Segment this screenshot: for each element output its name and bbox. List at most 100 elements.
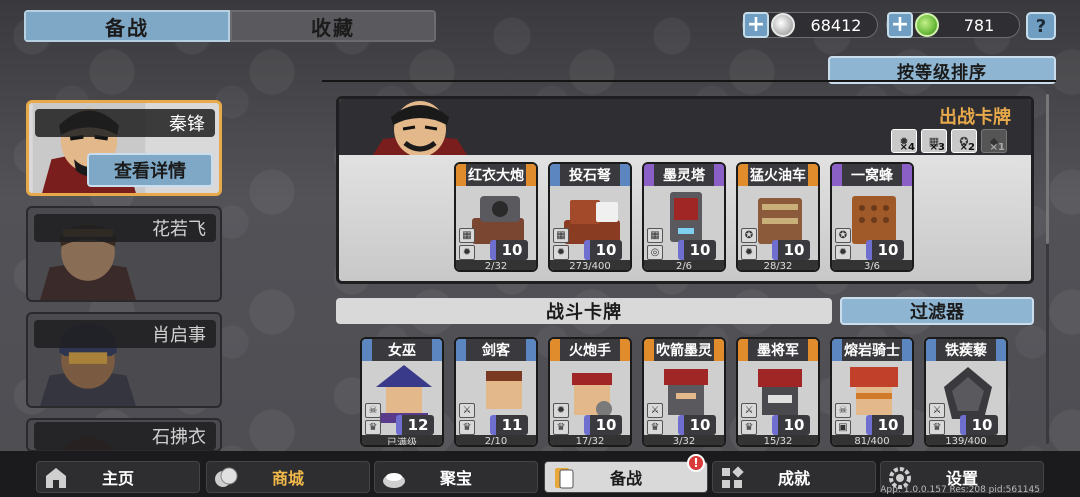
jade-coin-icon bbox=[915, 13, 939, 37]
card-icons: ☠ ♛ bbox=[365, 403, 381, 435]
deck-header: 出战卡牌 ✹ ×4 ▦ ×3 ✪ ×2 ◆ ×1 bbox=[339, 99, 1031, 155]
card-level: 12 bbox=[396, 415, 434, 435]
card-progress: 15/32 bbox=[738, 435, 818, 445]
battle-card[interactable]: 火炮手 ✹ ♛ 10 17/32 bbox=[548, 337, 632, 447]
help-button[interactable]: ? bbox=[1026, 12, 1056, 40]
nav-prepare[interactable]: 备战 ! bbox=[544, 454, 708, 493]
battle-card[interactable]: 剑客 ⚔ ♛ 11 2/10 bbox=[454, 337, 538, 447]
filter-button[interactable]: 过滤器 bbox=[840, 297, 1034, 325]
add-green-button[interactable]: + bbox=[887, 12, 913, 38]
gear-icon: ✪ bbox=[741, 228, 757, 243]
nav-achievements[interactable]: 成就 bbox=[712, 461, 876, 493]
tab-collection[interactable]: 收藏 bbox=[230, 10, 436, 42]
deck-card[interactable]: 墨灵塔 ▦ ◎ 10 2/6 bbox=[642, 162, 726, 272]
card-level: 10 bbox=[866, 415, 904, 435]
hero-name: 花若飞 bbox=[34, 214, 216, 242]
card-progress: 81/400 bbox=[832, 435, 912, 445]
deck-card[interactable]: 投石弩 ▦ ✹ 10 273/400 bbox=[548, 162, 632, 272]
nav-label: 聚宝 bbox=[439, 469, 472, 488]
achievements-icon bbox=[722, 466, 744, 488]
battle-card[interactable]: 吹箭墨灵 ⚔ ♛ 10 3/32 bbox=[642, 337, 726, 447]
skull-icon: ☠ bbox=[835, 403, 851, 418]
wall-icon: ▦ bbox=[553, 228, 569, 243]
hero-name: 秦锋 bbox=[35, 109, 215, 137]
card-progress: 2/32 bbox=[456, 260, 536, 270]
multiplier-label: ×3 bbox=[929, 142, 945, 153]
nav-label: 主页 bbox=[101, 469, 134, 488]
sword-icon: ⚔ bbox=[647, 403, 663, 418]
home-icon bbox=[46, 468, 66, 488]
card-progress: 3/32 bbox=[644, 435, 724, 445]
card-icons: ⚔ ♛ bbox=[929, 403, 945, 435]
hero-name: 肖启事 bbox=[34, 320, 216, 348]
hat-icon: ♛ bbox=[647, 420, 663, 435]
silver-amount: 68412 bbox=[810, 15, 862, 35]
shield-icon: ▣ bbox=[835, 420, 851, 435]
card-icons: ✹ ♛ bbox=[553, 403, 569, 435]
tab-prepare[interactable]: 备战 bbox=[24, 10, 230, 42]
card-title: 铁蒺藜 bbox=[926, 339, 1006, 361]
skull-icon: ☠ bbox=[365, 403, 381, 418]
card-title: 女巫 bbox=[362, 339, 442, 361]
multiplier-badge: ▦ ×3 bbox=[921, 129, 947, 153]
card-title: 墨灵塔 bbox=[644, 164, 724, 186]
burst-icon: ✹ bbox=[741, 245, 757, 260]
coins-icon bbox=[215, 467, 238, 487]
green-amount: 781 bbox=[963, 15, 995, 35]
scrollbar-thumb[interactable] bbox=[1046, 94, 1049, 244]
nav-label: 备战 bbox=[609, 469, 642, 488]
gear-icon: ✪ bbox=[835, 228, 851, 243]
card-icons: ▦ ✹ bbox=[459, 228, 475, 260]
card-progress: 2/6 bbox=[644, 260, 724, 270]
silver-currency: + 68412 bbox=[742, 12, 878, 38]
green-currency: + 781 bbox=[886, 12, 1020, 38]
nav-treasure[interactable]: 聚宝 bbox=[374, 461, 538, 493]
card-progress: 273/400 bbox=[550, 260, 630, 270]
battle-card[interactable]: 女巫 ☠ ♛ 12 已满级 bbox=[360, 337, 444, 447]
card-progress: 3/6 bbox=[832, 260, 912, 270]
nav-home[interactable]: 主页 bbox=[36, 461, 200, 493]
sword-icon: ⚔ bbox=[459, 403, 475, 418]
nav-label: 成就 bbox=[777, 469, 810, 488]
hero-card-xiaoqishi[interactable]: 肖启事 bbox=[26, 312, 222, 408]
card-level: 10 bbox=[678, 415, 716, 435]
view-details-button[interactable]: 查看详情 bbox=[87, 153, 213, 187]
card-progress: 2/10 bbox=[456, 435, 536, 445]
hero-card-huaruofei[interactable]: 花若飞 bbox=[26, 206, 222, 302]
sword-icon: ⚔ bbox=[741, 403, 757, 418]
card-icons: ⚔ ♛ bbox=[459, 403, 475, 435]
deck-card[interactable]: 红衣大炮 ▦ ✹ 10 2/32 bbox=[454, 162, 538, 272]
battle-card[interactable]: 熔岩骑士 ☠ ▣ 10 81/400 bbox=[830, 337, 914, 447]
hero-card-shifuyi[interactable]: 石拂衣 bbox=[26, 418, 222, 452]
card-level: 11 bbox=[490, 415, 528, 435]
treasure-bowl-icon bbox=[383, 473, 405, 488]
card-icons: ⚔ ♛ bbox=[741, 403, 757, 435]
card-title: 吹箭墨灵 bbox=[644, 339, 724, 361]
card-title: 火炮手 bbox=[550, 339, 630, 361]
hero-card-qinfeng[interactable]: 秦锋 查看详情 bbox=[26, 100, 222, 196]
card-level: 10 bbox=[772, 240, 810, 260]
nav-shop[interactable]: 商城 bbox=[206, 461, 370, 493]
card-level: 10 bbox=[678, 240, 716, 260]
add-silver-button[interactable]: + bbox=[743, 12, 769, 38]
sword-icon: ⚔ bbox=[929, 403, 945, 418]
hat-icon: ♛ bbox=[459, 420, 475, 435]
bottom-nav: 主页 商城 聚宝 备战 ! 成就 设置 App: 1.0.0.157 Res:2… bbox=[0, 451, 1080, 497]
card-level: 10 bbox=[866, 240, 904, 260]
deck-card[interactable]: 一窝蜂 ✪ ✹ 10 3/6 bbox=[830, 162, 914, 272]
deck-card[interactable]: 猛火油车 ✪ ✹ 10 28/32 bbox=[736, 162, 820, 272]
hat-icon: ♛ bbox=[553, 420, 569, 435]
battle-cards-label: 战斗卡牌 bbox=[336, 298, 832, 324]
multiplier-badge: ◆ ×1 bbox=[981, 129, 1007, 153]
burst-icon: ✹ bbox=[553, 245, 569, 260]
multiplier-badge: ✹ ×4 bbox=[891, 129, 917, 153]
cards-icon bbox=[555, 468, 574, 489]
card-progress: 已满级 bbox=[362, 435, 442, 445]
card-progress: 139/400 bbox=[926, 435, 1006, 445]
alert-badge: ! bbox=[687, 454, 705, 472]
battle-card[interactable]: 铁蒺藜 ⚔ ♛ 10 139/400 bbox=[924, 337, 1008, 447]
battle-card[interactable]: 墨将军 ⚔ ♛ 10 15/32 bbox=[736, 337, 820, 447]
hero-name: 石拂衣 bbox=[34, 422, 216, 450]
card-icons: ⚔ ♛ bbox=[647, 403, 663, 435]
card-icons: ✪ ✹ bbox=[835, 228, 851, 260]
